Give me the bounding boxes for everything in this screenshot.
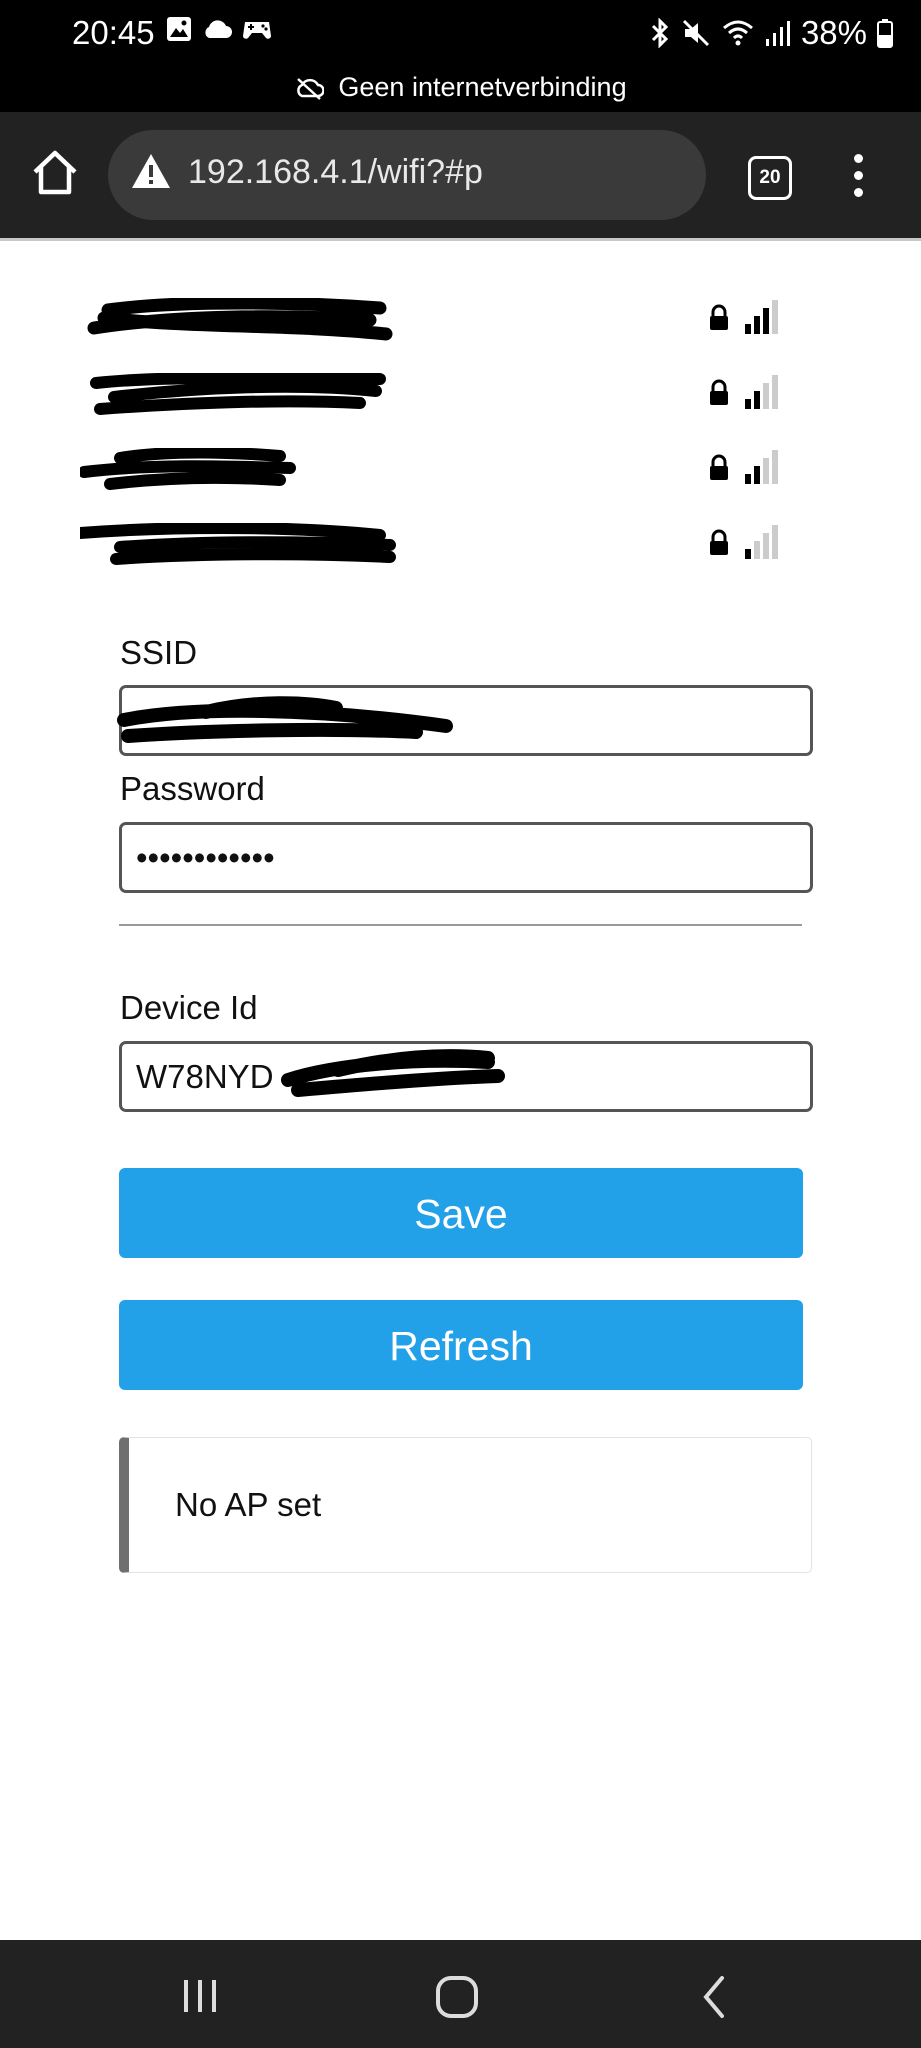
toolbar-divider (0, 238, 921, 241)
save-button[interactable]: Save (119, 1168, 803, 1258)
signal-strength-icon (745, 300, 778, 334)
bluetooth-icon (651, 18, 669, 48)
signal-strength-icon (745, 525, 778, 559)
form-divider (119, 924, 802, 926)
network-item[interactable] (0, 515, 921, 575)
password-input[interactable] (119, 822, 813, 893)
cloud-off-icon (297, 77, 325, 100)
network-item[interactable] (0, 365, 921, 425)
lock-icon (710, 304, 728, 330)
image-icon (167, 17, 191, 41)
home-nav-icon[interactable] (434, 1974, 480, 2020)
network-warning-text: Geen internetverbinding (338, 72, 627, 102)
network-item[interactable] (0, 290, 921, 350)
lock-icon (710, 379, 728, 405)
network-item[interactable] (0, 440, 921, 500)
tab-switcher-button[interactable]: 20 (748, 156, 792, 200)
mute-icon (682, 19, 709, 47)
battery-icon (877, 19, 893, 48)
device-id-input[interactable] (119, 1041, 813, 1112)
network-name-redacted[interactable] (80, 373, 400, 417)
signal-strength-icon (745, 450, 778, 484)
home-icon[interactable] (30, 148, 80, 198)
status-bar: 20:45 38% Geen internetverbinding (0, 0, 921, 112)
network-name-redacted[interactable] (80, 523, 400, 567)
password-label: Password (120, 770, 265, 807)
network-name-redacted[interactable] (80, 298, 400, 342)
game-icon (243, 22, 271, 39)
system-nav-bar (0, 1940, 921, 2048)
network-warning: Geen internetverbinding (0, 72, 921, 103)
ssid-label: SSID (120, 634, 198, 671)
status-message: No AP set (175, 1486, 322, 1523)
cloud-icon (205, 20, 232, 38)
wifi-icon (722, 20, 753, 46)
lock-icon (710, 454, 728, 480)
browser-toolbar: 192.168.4.1/wifi?#p 20 (0, 112, 921, 238)
back-icon[interactable] (700, 1974, 730, 2020)
cell-signal-icon (765, 21, 790, 46)
lock-icon (710, 529, 728, 555)
warning-icon[interactable] (130, 152, 172, 190)
menu-icon[interactable] (848, 154, 868, 200)
status-message-box: No AP set (119, 1437, 812, 1573)
ssid-input[interactable] (119, 685, 813, 756)
network-name-redacted[interactable] (80, 448, 400, 492)
url-text[interactable]: 192.168.4.1/wifi?#p (188, 153, 483, 192)
battery-percent: 38% (800, 14, 867, 51)
clock: 20:45 (72, 14, 155, 51)
device-id-label: Device Id (120, 989, 258, 1026)
signal-strength-icon (745, 375, 778, 409)
recent-apps-icon[interactable] (180, 1976, 220, 2016)
refresh-button[interactable]: Refresh (119, 1300, 803, 1390)
address-bar[interactable]: 192.168.4.1/wifi?#p (108, 130, 706, 220)
